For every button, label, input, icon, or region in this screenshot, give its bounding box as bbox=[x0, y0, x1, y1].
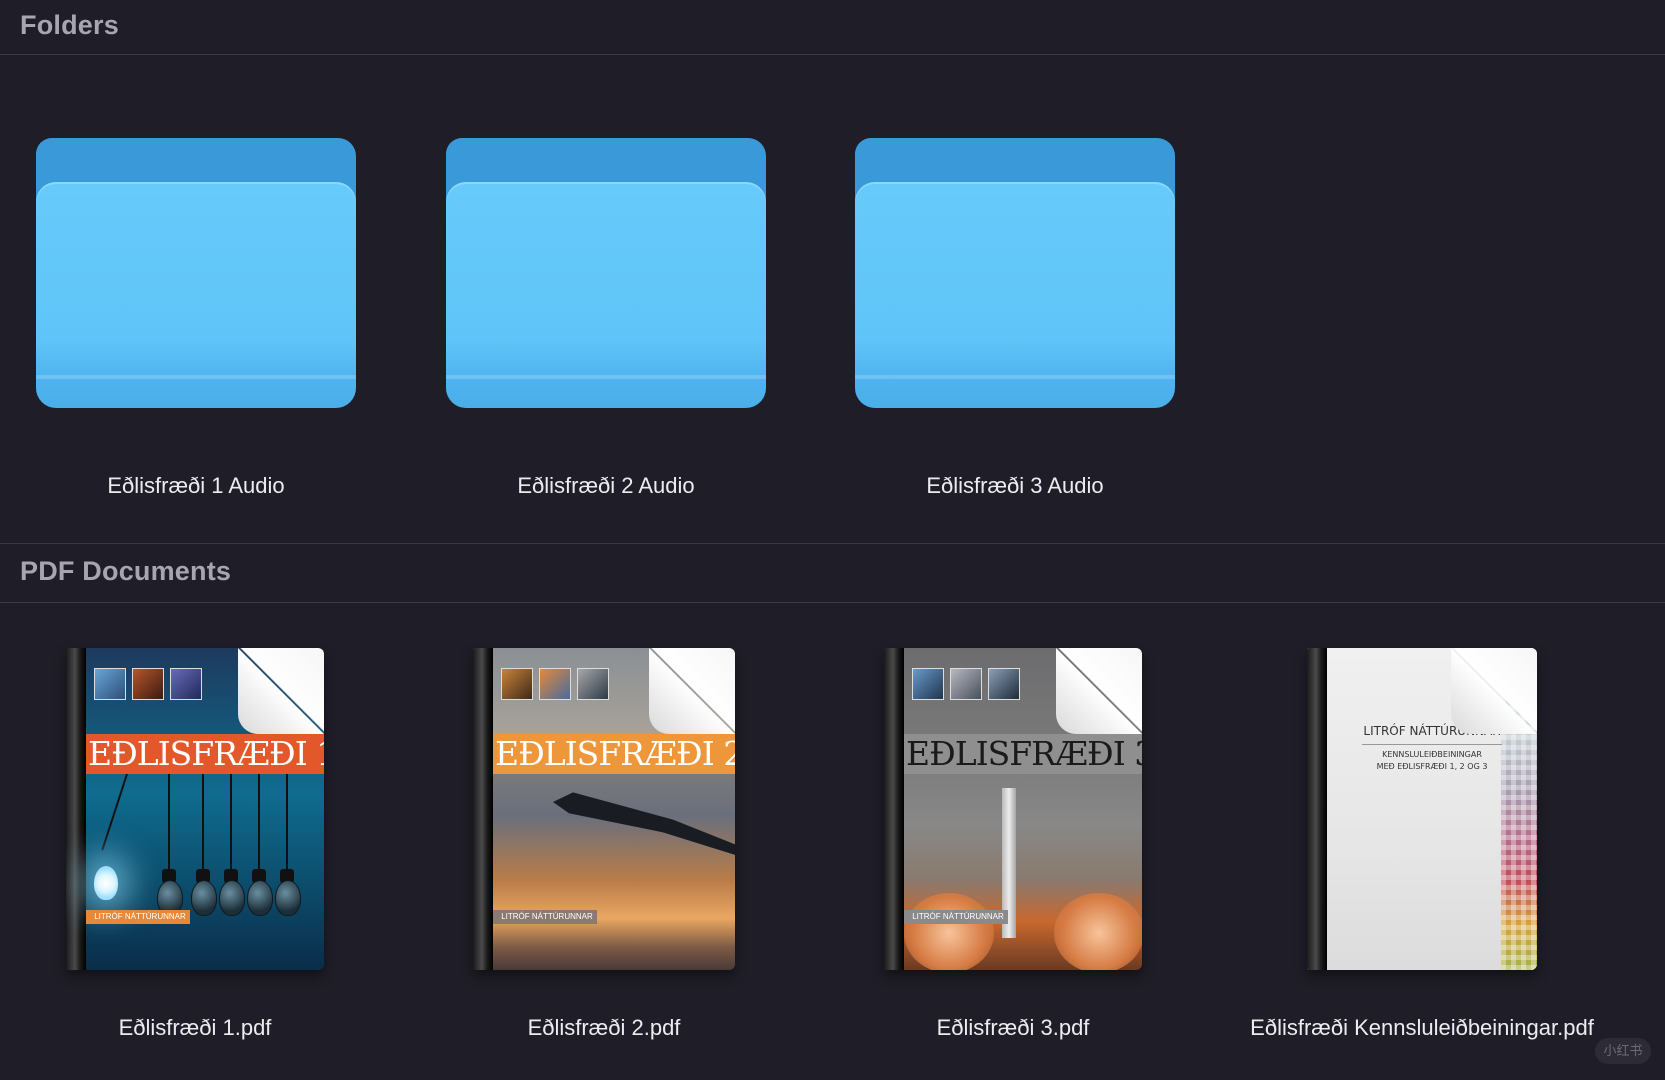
pdf-name: Eðlisfræði 3.pdf bbox=[936, 1015, 1090, 1040]
pdf-item-1[interactable]: EÐLISFRÆÐI 1 LITRÓF NÁTTÚRUNNAR Eðlisfræ… bbox=[66, 648, 324, 1048]
cover-title: EÐLISFRÆÐI 2 bbox=[493, 734, 735, 774]
cover-title: EÐLISFRÆÐI 3 bbox=[904, 734, 1142, 774]
cover-subtitle-1: KENNSLULEIÐBEININGAR bbox=[1382, 750, 1482, 759]
folder-icon bbox=[446, 138, 766, 408]
folders-section-title: Folders bbox=[20, 10, 119, 40]
folder-name: Eðlisfræði 2 Audio bbox=[517, 473, 695, 498]
watermark-logo: 小红书 bbox=[1595, 1038, 1651, 1064]
cover-series: LITRÓF NÁTTÚRUNNAR bbox=[904, 910, 1008, 924]
folder-name: Eðlisfræði 3 Audio bbox=[926, 473, 1104, 498]
pdf-item-3[interactable]: EÐLISFRÆÐI 3 LITRÓF NÁTTÚRUNNAR Eðlisfræ… bbox=[884, 648, 1142, 1048]
folder-icon bbox=[855, 138, 1175, 408]
cover-series: LITRÓF NÁTTÚRUNNAR bbox=[493, 910, 597, 924]
cover-title: EÐLISFRÆÐI 1 bbox=[86, 734, 324, 774]
pdf-item-4[interactable]: LITRÓF NÁTTÚRUNNAR KENNSLULEIÐBEININGAR … bbox=[1250, 648, 1594, 1048]
cover-series: LITRÓF NÁTTÚRUNNAR bbox=[86, 910, 190, 924]
folder-name: Eðlisfræði 1 Audio bbox=[107, 473, 285, 498]
folder-item-1[interactable]: Eðlisfræði 1 Audio bbox=[36, 138, 356, 503]
pdf-section-title: PDF Documents bbox=[20, 556, 232, 586]
pdf-name: Eðlisfræði 2.pdf bbox=[527, 1015, 681, 1040]
folder-icon bbox=[36, 138, 356, 408]
pdf-thumbnail-icon: LITRÓF NÁTTÚRUNNAR KENNSLULEIÐBEININGAR … bbox=[1307, 648, 1537, 970]
pdf-thumbnail-icon: EÐLISFRÆÐI 3 LITRÓF NÁTTÚRUNNAR bbox=[884, 648, 1142, 970]
pdf-name: Eðlisfræði 1.pdf bbox=[118, 1015, 272, 1040]
pdf-thumbnail-icon: EÐLISFRÆÐI 2 LITRÓF NÁTTÚRUNNAR bbox=[473, 648, 735, 970]
pdf-item-2[interactable]: EÐLISFRÆÐI 2 LITRÓF NÁTTÚRUNNAR Eðlisfræ… bbox=[473, 648, 735, 1048]
folder-item-2[interactable]: Eðlisfræði 2 Audio bbox=[446, 138, 766, 503]
pdf-thumbnail-icon: EÐLISFRÆÐI 1 LITRÓF NÁTTÚRUNNAR bbox=[66, 648, 324, 970]
folders-section-header: Folders bbox=[0, 0, 1665, 55]
pdf-section-header: PDF Documents bbox=[0, 543, 1665, 603]
pdf-name: Eðlisfræði Kennsluleiðbeiningar.pdf bbox=[1250, 1015, 1594, 1040]
folder-item-3[interactable]: Eðlisfræði 3 Audio bbox=[855, 138, 1175, 503]
cover-subtitle-2: MEÐ EÐLISFRÆÐI 1, 2 OG 3 bbox=[1376, 762, 1488, 771]
